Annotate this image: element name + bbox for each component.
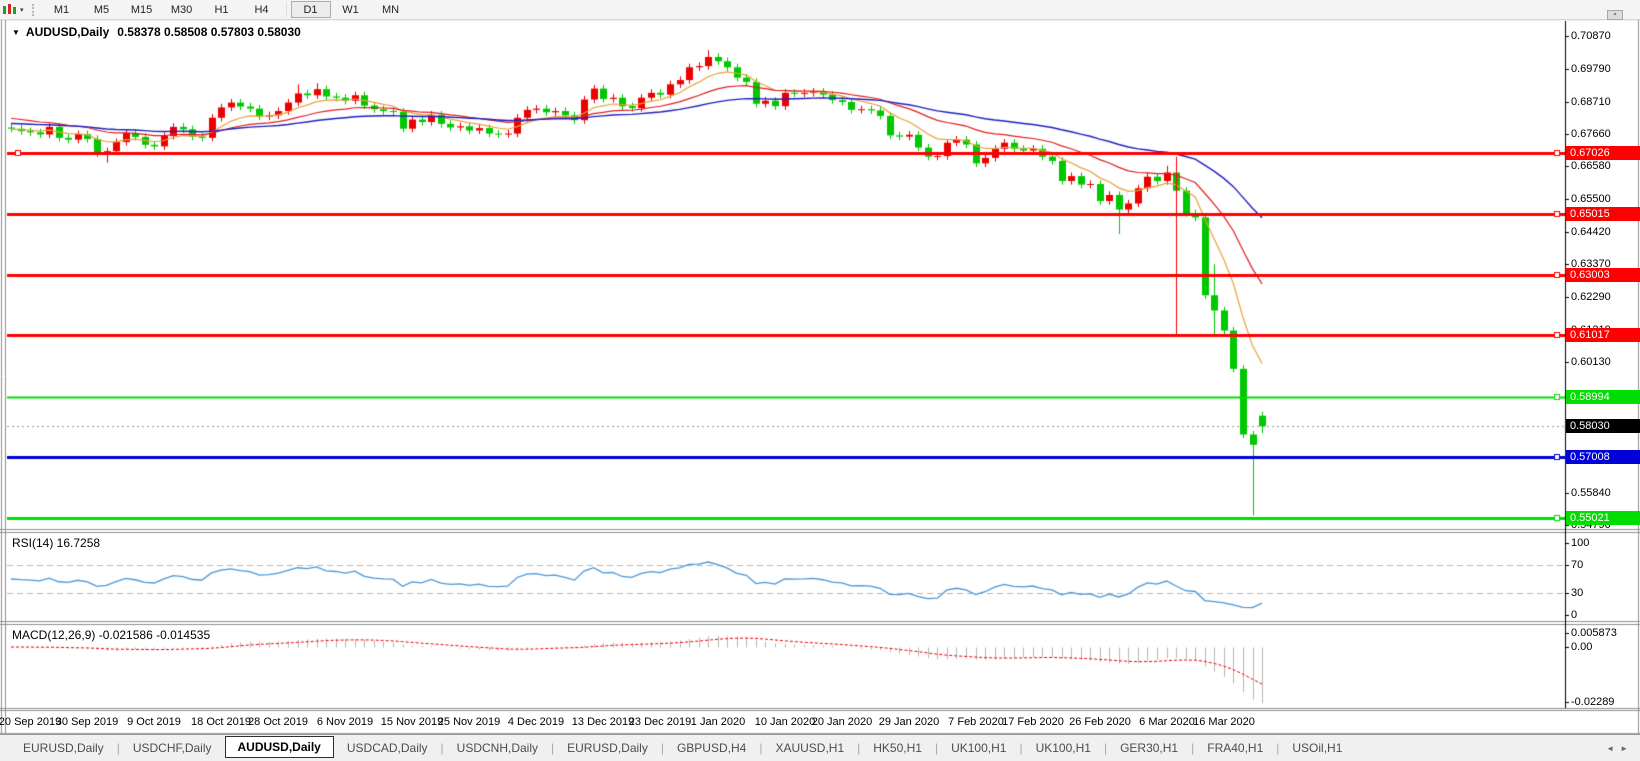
rsi-scale-label: 30 [1571, 587, 1583, 599]
timeframe-buttons: M1M5M15M30H1H4 D1W1MN [42, 1, 411, 18]
tf-button-m15[interactable]: M15 [122, 1, 162, 18]
date-label: 28 Oct 2019 [248, 716, 308, 728]
date-label: 16 Mar 2020 [1193, 716, 1255, 728]
tab-bar: EURUSD,Daily|USDCHF,DailyAUDUSD,DailyUSD… [0, 734, 1640, 761]
window-scroll-nub[interactable]: ▲ [1607, 10, 1623, 20]
chart-type-dropdown-icon[interactable]: ▾ [20, 6, 24, 14]
toolbar-grip [32, 4, 34, 16]
tab-audusd-daily[interactable]: AUDUSD,Daily [225, 736, 334, 758]
chart-title: ▼ AUDUSD,Daily 0.58378 0.58508 0.57803 0.5… [12, 25, 301, 39]
date-label: 18 Oct 2019 [191, 716, 251, 728]
tab-scroll-right-icon[interactable]: ► [1620, 744, 1634, 753]
symbol-dropdown-icon[interactable]: ▼ [12, 28, 20, 37]
date-label: 7 Feb 2020 [948, 716, 1004, 728]
tab-scroll-left-icon[interactable]: ◄ [1606, 744, 1620, 753]
date-label: 6 Nov 2019 [317, 716, 373, 728]
tf-button-mn[interactable]: MN [371, 1, 411, 18]
price-tick-label: 0.66580 [1571, 160, 1611, 172]
rsi-scale-label: 100 [1571, 537, 1589, 549]
price-tick-label: 0.68710 [1571, 96, 1611, 108]
date-label: 25 Nov 2019 [438, 716, 500, 728]
price-tick-label: 0.69790 [1571, 63, 1611, 75]
tab-gbpusd-h4[interactable]: GBPUSD,H4 [664, 737, 759, 759]
tab-usdcnh-daily[interactable]: USDCNH,Daily [444, 737, 551, 759]
tab-xauusd-h1[interactable]: XAUUSD,H1 [762, 737, 857, 759]
candlestick-chart-icon[interactable] [2, 3, 18, 16]
tf-button-h1[interactable]: H1 [202, 1, 242, 18]
price-level-label: 0.63003 [1566, 268, 1640, 282]
rsi-scale-label: 0 [1571, 609, 1577, 621]
date-label: 20 Jan 2020 [812, 716, 873, 728]
tf-button-h4[interactable]: H4 [242, 1, 282, 18]
tab-eurusd-daily[interactable]: EURUSD,Daily [554, 737, 661, 759]
tf-button-m1[interactable]: M1 [42, 1, 82, 18]
price-level-label: 0.65015 [1566, 207, 1640, 221]
tab-usdcad-daily[interactable]: USDCAD,Daily [334, 737, 441, 759]
date-label: 23 Dec 2019 [629, 716, 691, 728]
price-level-label: 0.67026 [1566, 146, 1640, 160]
price-level-label: 0.58994 [1566, 390, 1640, 404]
tab-usoil-h1[interactable]: USOil,H1 [1279, 737, 1355, 759]
tf-button-m5[interactable]: M5 [82, 1, 122, 18]
date-label: 20 Sep 2019 [0, 716, 61, 728]
date-label: 13 Dec 2019 [572, 716, 634, 728]
price-tick-label: 0.65500 [1571, 193, 1611, 205]
price-tick-label: 0.62290 [1571, 291, 1611, 303]
price-tick-label: 0.60130 [1571, 356, 1611, 368]
price-level-label: 0.61017 [1566, 328, 1640, 342]
date-label: 6 Mar 2020 [1139, 716, 1195, 728]
price-tick-label: 0.67660 [1571, 128, 1611, 140]
tab-uk100-h1[interactable]: UK100,H1 [938, 737, 1019, 759]
date-label: 10 Jan 2020 [755, 716, 816, 728]
price-tick-label: 0.55840 [1571, 487, 1611, 499]
macd-pane-label: MACD(12,26,9) -0.021586 -0.014535 [12, 628, 210, 642]
price-tick-label: 0.70870 [1571, 30, 1611, 42]
tab-scroll-arrows: ◄► [1606, 744, 1634, 753]
tab-ger30-h1[interactable]: GER30,H1 [1107, 737, 1191, 759]
tab-fra40-h1[interactable]: FRA40,H1 [1194, 737, 1276, 759]
macd-scale-label: -0.02289 [1571, 696, 1614, 708]
toolbar-divider [286, 3, 287, 17]
date-label: 29 Jan 2020 [879, 716, 940, 728]
tab-uk100-h1[interactable]: UK100,H1 [1023, 737, 1104, 759]
tab-hk50-h1[interactable]: HK50,H1 [860, 737, 935, 759]
chart-title-symbol: AUDUSD,Daily [26, 25, 109, 39]
date-label: 17 Feb 2020 [1002, 716, 1064, 728]
tf-button-w1[interactable]: W1 [331, 1, 371, 18]
tf-button-m30[interactable]: M30 [162, 1, 202, 18]
date-label: 15 Nov 2019 [381, 716, 443, 728]
rsi-scale-label: 70 [1571, 559, 1583, 571]
date-label: 26 Feb 2020 [1069, 716, 1131, 728]
macd-scale-label: 0.00 [1571, 641, 1592, 653]
price-level-label: 0.55021 [1566, 511, 1640, 525]
rsi-pane-label: RSI(14) 16.7258 [12, 536, 100, 550]
macd-scale-label: 0.005873 [1571, 627, 1617, 639]
price-level-label: 0.57008 [1566, 450, 1640, 464]
chart-canvas[interactable] [0, 0, 1640, 761]
date-label: 9 Oct 2019 [127, 716, 181, 728]
tab-usdchf-daily[interactable]: USDCHF,Daily [120, 737, 225, 759]
date-label: 1 Jan 2020 [691, 716, 745, 728]
date-label: 30 Sep 2019 [56, 716, 118, 728]
tab-eurusd-daily[interactable]: EURUSD,Daily [10, 737, 117, 759]
price-tick-label: 0.64420 [1571, 226, 1611, 238]
date-label: 4 Dec 2019 [508, 716, 564, 728]
tf-button-d1[interactable]: D1 [291, 1, 331, 18]
top-toolbar: ▾ M1M5M15M30H1H4 D1W1MN [0, 0, 1640, 20]
current-price-label: 0.58030 [1566, 419, 1640, 433]
chart-title-ohlc: 0.58378 0.58508 0.57803 0.58030 [117, 25, 301, 39]
